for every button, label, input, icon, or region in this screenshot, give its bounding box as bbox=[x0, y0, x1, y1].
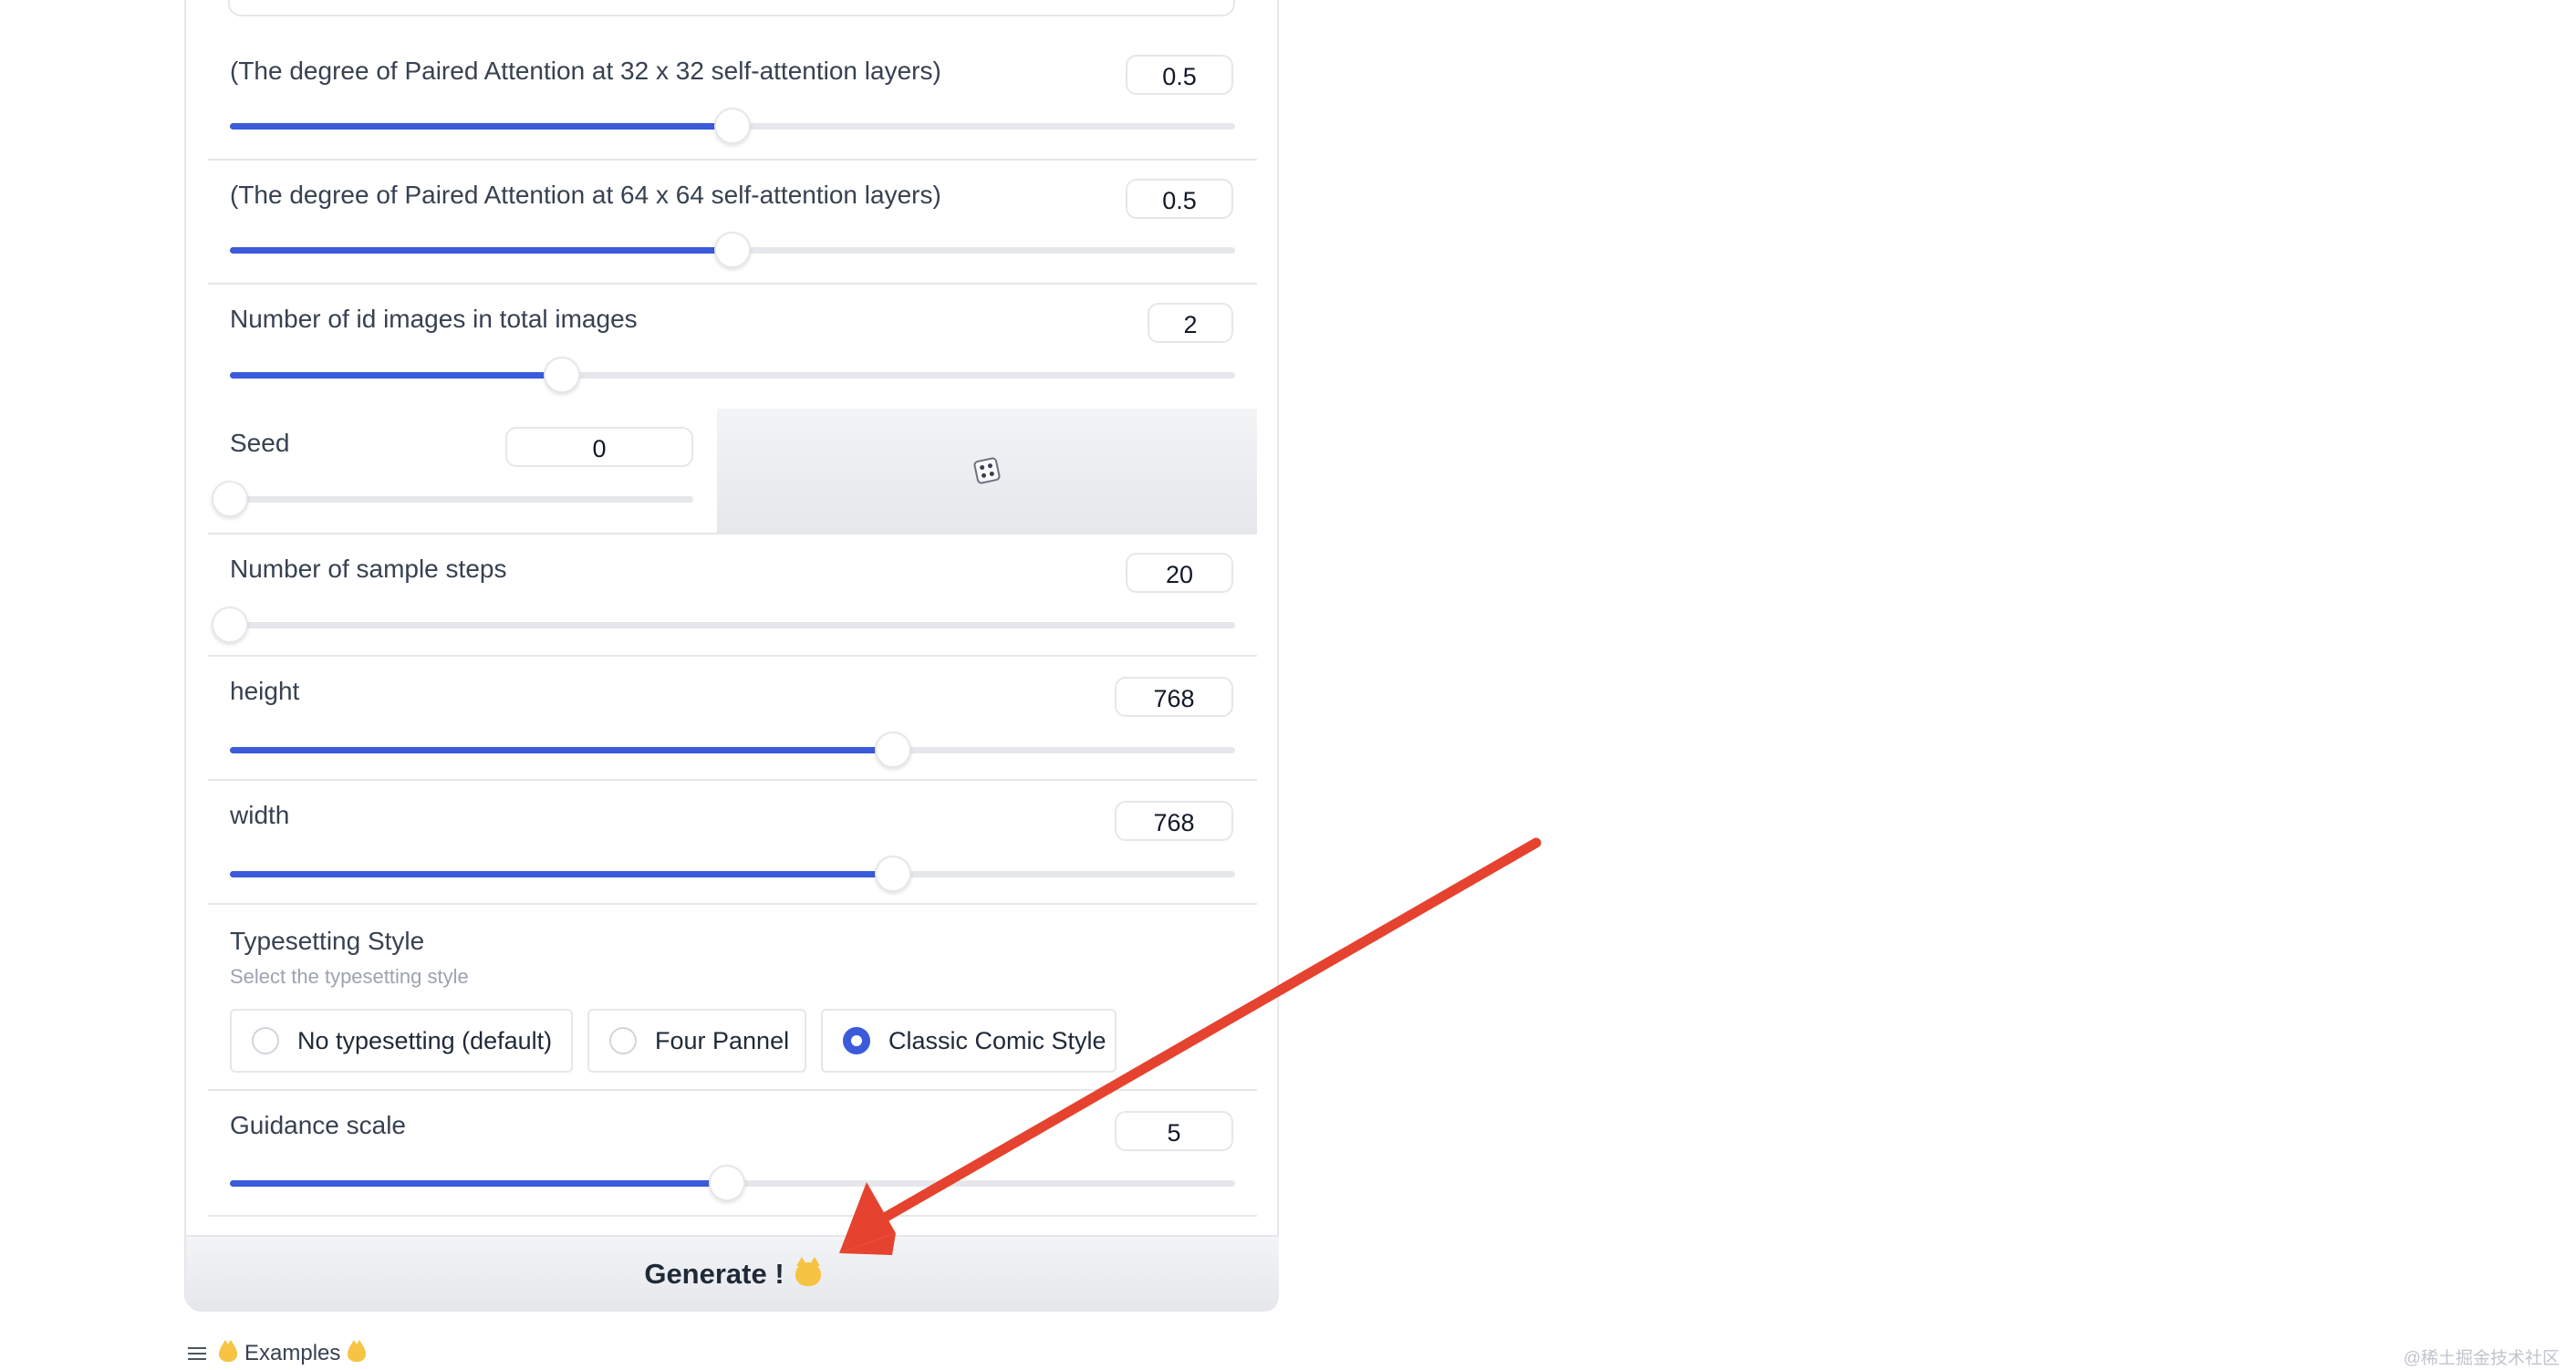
arrow-shaft bbox=[878, 837, 1542, 1224]
annotation-arrow bbox=[839, 837, 1542, 1255]
